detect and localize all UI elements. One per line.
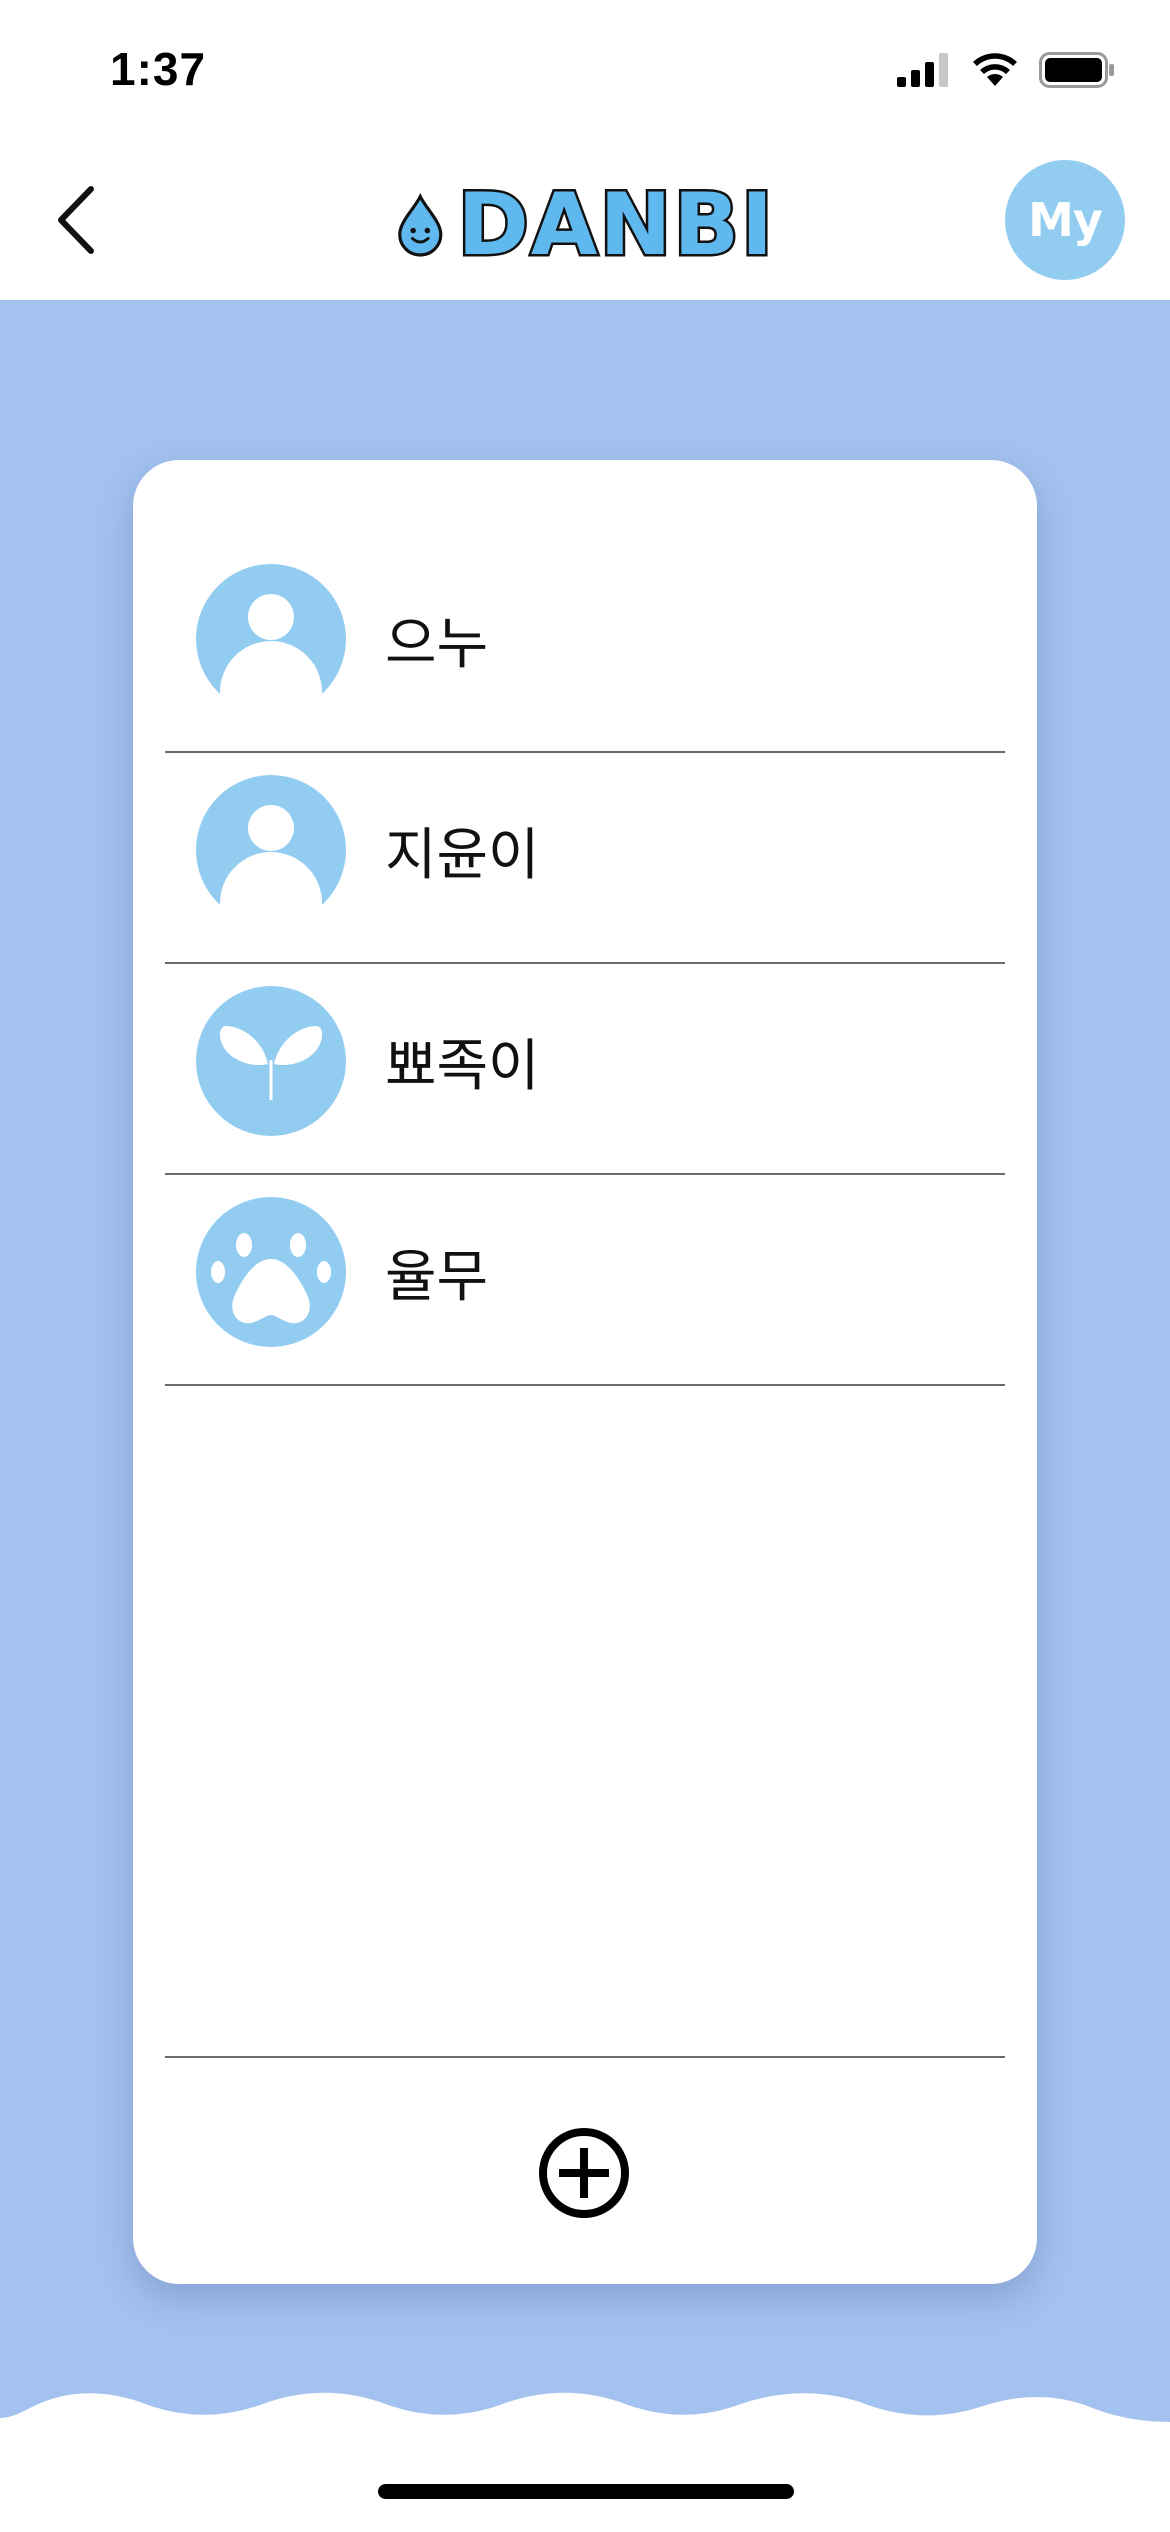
wifi-icon: [973, 53, 1017, 86]
status-time: 1:37: [110, 43, 207, 95]
profile-list: 으누 지윤이 뾰족이 율무: [165, 560, 1005, 1386]
brand-logo: DANBI: [395, 175, 776, 275]
sprout-icon: [219, 1026, 323, 1100]
profile-list-card: 으누 지윤이 뾰족이 율무: [133, 460, 1037, 2284]
person-icon: [220, 805, 322, 925]
person-icon: [220, 594, 322, 714]
back-button[interactable]: [30, 175, 120, 265]
item-name: 지윤이: [385, 823, 540, 888]
screen: 1:37 DANBI My 으누 지윤이 뾰족이 율무: [0, 0, 1170, 2532]
app-header: DANBI My: [0, 140, 1170, 300]
item-name: 율무: [385, 1245, 489, 1310]
avatar: [196, 1197, 346, 1347]
home-indicator[interactable]: [378, 2484, 794, 2499]
chevron-left-icon: [58, 186, 94, 254]
my-profile-button[interactable]: My: [1005, 160, 1125, 280]
avatar: [196, 986, 346, 1136]
list-item[interactable]: 지윤이: [165, 753, 1005, 964]
list-item[interactable]: 으누: [165, 560, 1005, 753]
battery-icon: [1039, 52, 1114, 88]
status-icons: [897, 52, 1115, 88]
my-profile-label: My: [1028, 193, 1103, 247]
paw-icon: [211, 1233, 331, 1324]
item-name: 으누: [385, 612, 489, 677]
plus-circle-icon: [539, 2128, 629, 2218]
avatar: [196, 564, 346, 714]
avatar: [196, 775, 346, 925]
status-bar: 1:37: [0, 0, 1170, 140]
divider: [165, 2056, 1005, 2058]
water-drop-icon: [398, 193, 443, 257]
list-item[interactable]: 율무: [165, 1175, 1005, 1386]
bottom-wave: [0, 2360, 1170, 2532]
add-profile-button[interactable]: [536, 2125, 632, 2221]
cellular-signal-icon: [897, 53, 948, 87]
brand-name: DANBI: [455, 175, 775, 275]
list-item[interactable]: 뾰족이: [165, 964, 1005, 1175]
item-name: 뾰족이: [385, 1034, 540, 1099]
